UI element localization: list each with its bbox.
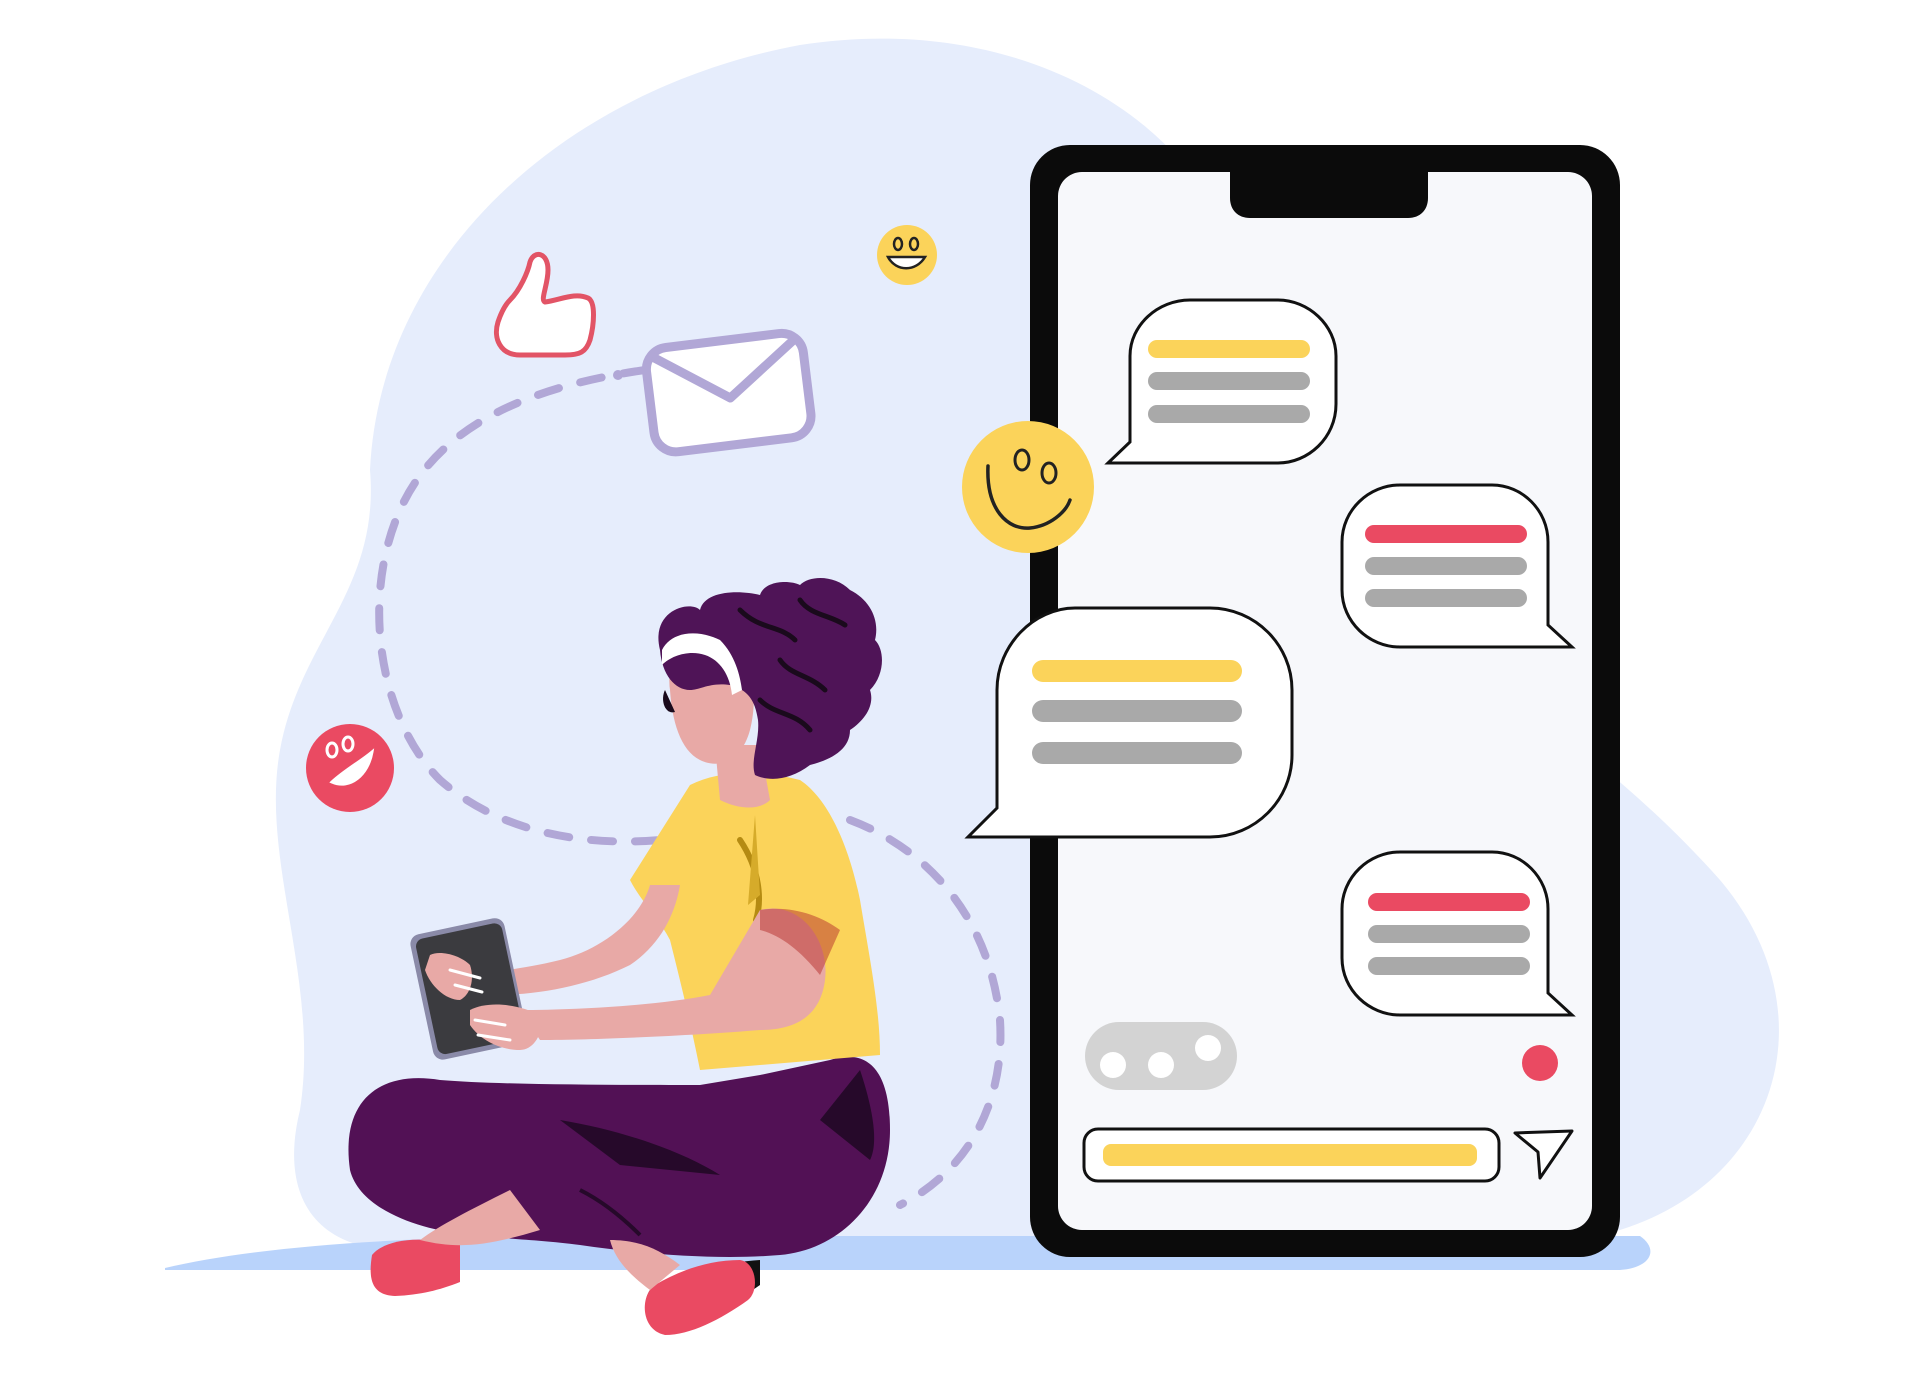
message-line: [1148, 372, 1310, 390]
chat-bubble-1: [1104, 298, 1338, 465]
chat-bubble-2: [1340, 483, 1576, 649]
dash-endpoint-dot: [613, 370, 623, 380]
message-line: [1365, 557, 1527, 575]
message-line: [1032, 700, 1242, 722]
message-input-text-line: [1103, 1144, 1477, 1166]
message-line-accent: [1368, 893, 1530, 911]
message-line: [1365, 589, 1527, 607]
message-line-accent: [1365, 525, 1527, 543]
chat-illustration: [165, 38, 1779, 1335]
phone-notch: [1230, 168, 1428, 218]
message-line-accent: [1148, 340, 1310, 358]
phone-mockup: [964, 145, 1620, 1257]
chat-bubble-3: [964, 606, 1294, 839]
message-line: [1368, 925, 1530, 943]
large-smiley-icon: [962, 421, 1094, 553]
laughing-emoji-icon: [306, 724, 394, 812]
envelope-icon: [641, 328, 816, 457]
message-line-accent: [1032, 660, 1242, 682]
message-line: [1032, 742, 1242, 764]
typing-dots-icon: [1085, 1022, 1237, 1090]
chat-bubble-4: [1340, 850, 1576, 1017]
message-input[interactable]: [1082, 1127, 1501, 1183]
message-line: [1368, 957, 1530, 975]
back-shoe: [370, 1239, 460, 1296]
record-indicator-dot: [1522, 1045, 1558, 1081]
small-smiley-icon: [877, 225, 937, 285]
message-line: [1148, 405, 1310, 423]
